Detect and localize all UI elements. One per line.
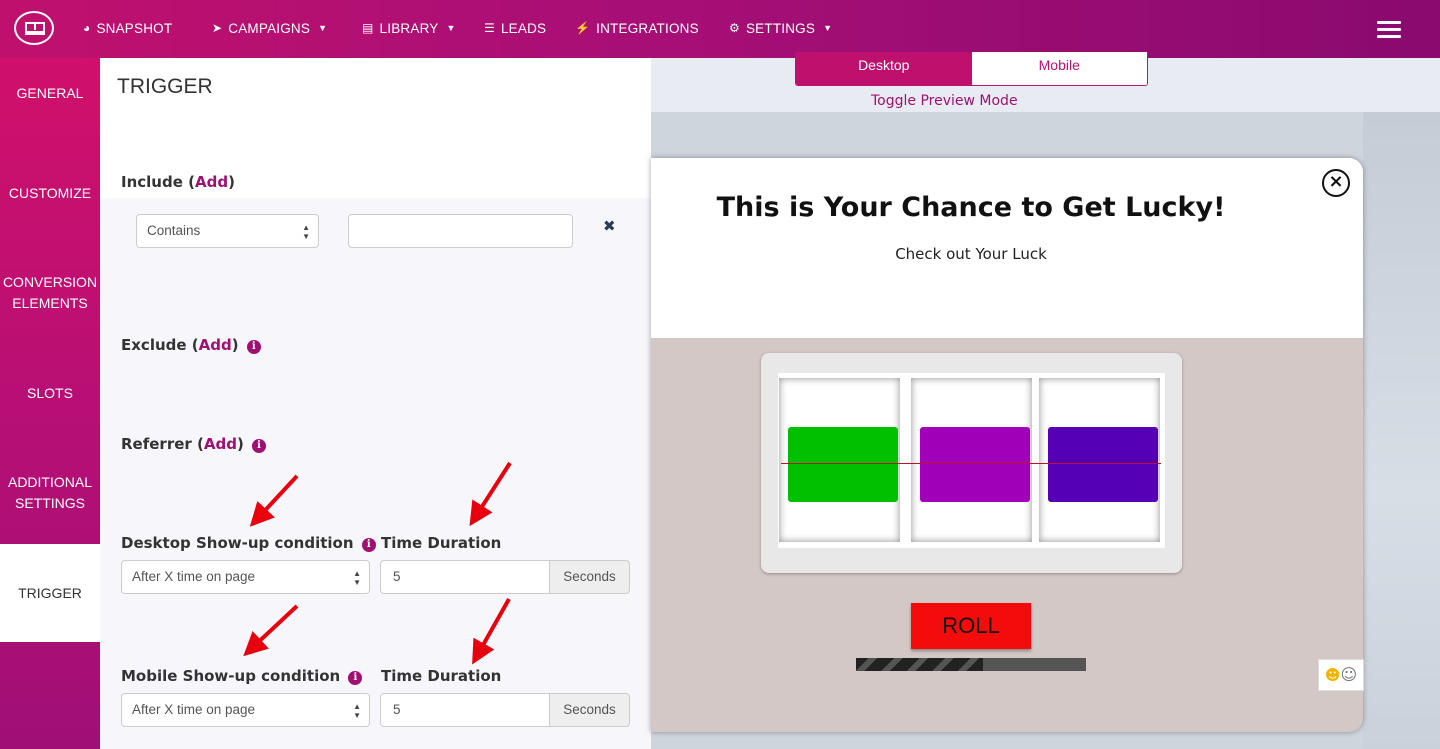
annotation-arrow bbox=[472, 598, 511, 665]
annotation-arrow bbox=[469, 461, 512, 527]
annotation-arrow bbox=[249, 474, 299, 527]
annotation-arrows bbox=[243, 461, 512, 665]
annotation-arrow bbox=[243, 604, 299, 657]
